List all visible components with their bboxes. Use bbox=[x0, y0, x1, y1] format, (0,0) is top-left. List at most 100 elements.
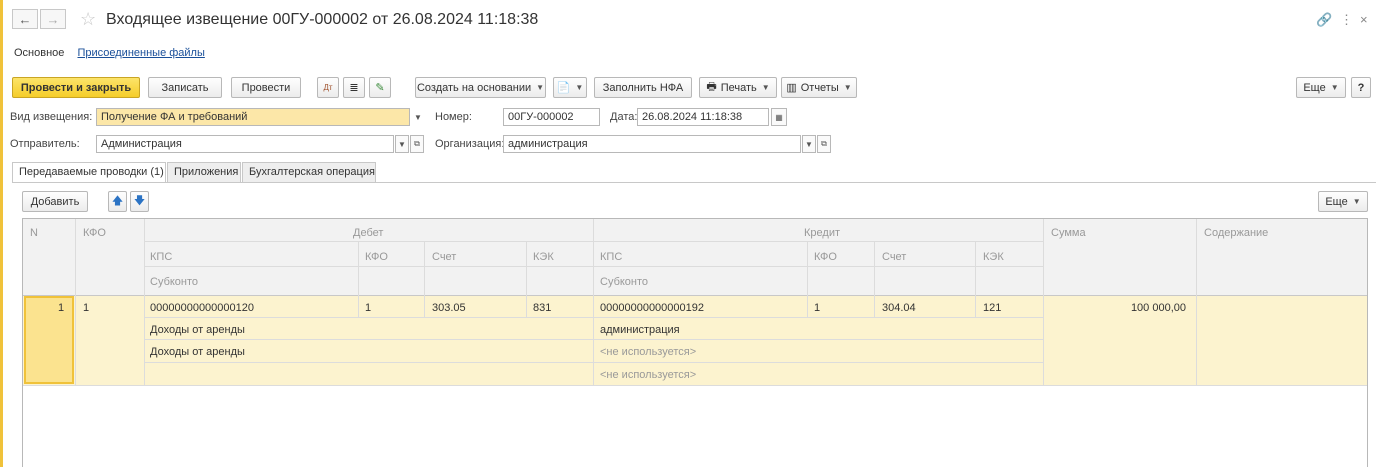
fill-nfa-button[interactable]: Заполнить НФА bbox=[594, 77, 692, 98]
grid-line bbox=[144, 339, 1044, 340]
chevron-down-icon: ▼ bbox=[575, 83, 584, 92]
header-debit-subkonto[interactable]: Субконто bbox=[145, 273, 203, 291]
page-title: Входящее извещение 00ГУ-000002 от 26.08.… bbox=[106, 11, 539, 28]
section-nav: Основное Присоединенные файлы bbox=[14, 47, 205, 59]
header-n[interactable]: N bbox=[25, 224, 43, 242]
sender-open-button[interactable]: ⧉ bbox=[410, 135, 424, 153]
calendar-button[interactable]: ▦ bbox=[771, 108, 787, 126]
move-up-button[interactable]: 🡅 bbox=[108, 191, 127, 212]
header-debit-kek[interactable]: КЭК bbox=[528, 248, 559, 266]
create-based-label: Создать на основании bbox=[416, 81, 532, 94]
forward-button[interactable]: → bbox=[40, 9, 66, 29]
grid-line bbox=[144, 266, 1044, 267]
cell-kfo[interactable]: 1 bbox=[78, 299, 94, 317]
header-credit-subkonto[interactable]: Субконто bbox=[595, 273, 653, 291]
header-credit-kps[interactable]: КПС bbox=[595, 248, 627, 266]
sender-dropdown[interactable]: ▼ bbox=[395, 135, 409, 153]
pen-icon: ✎ bbox=[375, 82, 385, 94]
link-icon[interactable]: 🔗 bbox=[1316, 12, 1332, 28]
header-credit[interactable]: Кредит bbox=[799, 224, 845, 242]
number-field[interactable]: 00ГУ-000002 bbox=[503, 108, 600, 126]
post-button[interactable]: Провести bbox=[231, 77, 301, 98]
grid-line bbox=[23, 295, 1367, 296]
reports-button[interactable]: ▥ Отчеты ▼ bbox=[781, 77, 857, 98]
back-button[interactable]: ← bbox=[12, 9, 38, 29]
header-debit-kfo[interactable]: КФО bbox=[360, 248, 393, 266]
chevron-down-icon: ▼ bbox=[1330, 83, 1339, 92]
chevron-down-icon: ▼ bbox=[414, 112, 422, 122]
kebab-icon[interactable]: ⋮ bbox=[1340, 12, 1353, 28]
cell-credit-kek[interactable]: 121 bbox=[978, 299, 1006, 317]
attach-menu-button[interactable]: 📄 ▼ bbox=[553, 77, 587, 98]
notice-type-dropdown[interactable]: ▼ bbox=[411, 108, 425, 126]
cell-debit-account[interactable]: 303.05 bbox=[427, 299, 471, 317]
cell-credit-sub3[interactable]: <не используется> bbox=[595, 366, 701, 384]
table-more-button[interactable]: Еще ▼ bbox=[1318, 191, 1368, 212]
header-credit-kfo[interactable]: КФО bbox=[809, 248, 842, 266]
cell-credit-kps[interactable]: 00000000000000192 bbox=[595, 299, 709, 317]
org-open-button[interactable]: ⧉ bbox=[817, 135, 831, 153]
save-button[interactable]: Записать bbox=[148, 77, 222, 98]
help-button[interactable]: ? bbox=[1351, 77, 1371, 98]
header-kfo[interactable]: КФО bbox=[78, 224, 111, 242]
date-field[interactable]: 26.08.2024 11:18:38 bbox=[637, 108, 769, 126]
grid-line bbox=[23, 385, 1367, 386]
star-icon[interactable]: ☆ bbox=[80, 9, 96, 30]
notice-type-field[interactable]: Получение ФА и требований bbox=[96, 108, 410, 126]
cell-debit-kek[interactable]: 831 bbox=[528, 299, 556, 317]
header-credit-kek[interactable]: КЭК bbox=[978, 248, 1009, 266]
number-label: Номер: bbox=[435, 111, 472, 123]
more-label: Еще bbox=[1303, 81, 1326, 94]
print-button[interactable]: 🖶 Печать ▼ bbox=[699, 77, 777, 98]
grid-line bbox=[358, 241, 359, 317]
chevron-down-icon: ▼ bbox=[536, 83, 545, 92]
header-debit-account[interactable]: Счет bbox=[427, 248, 461, 266]
arrow-right-icon: → bbox=[46, 11, 60, 27]
cell-debit-kps[interactable]: 00000000000000120 bbox=[145, 299, 259, 317]
section-files-link[interactable]: Присоединенные файлы bbox=[77, 47, 204, 59]
grid-line bbox=[1043, 219, 1044, 385]
post-and-close-button[interactable]: Провести и закрыть bbox=[12, 77, 140, 98]
cell-debit-kfo[interactable]: 1 bbox=[360, 299, 376, 317]
more-button[interactable]: Еще ▼ bbox=[1296, 77, 1346, 98]
chevron-down-icon: ▼ bbox=[398, 139, 406, 149]
header-content[interactable]: Содержание bbox=[1199, 224, 1273, 242]
move-down-button[interactable]: 🡇 bbox=[130, 191, 149, 212]
tab-attachments[interactable]: Приложения bbox=[167, 162, 241, 182]
cell-debit-sub1[interactable]: Доходы от аренды bbox=[145, 321, 250, 339]
sender-field[interactable]: Администрация bbox=[96, 135, 394, 153]
org-dropdown[interactable]: ▼ bbox=[802, 135, 816, 153]
org-label: Организация: bbox=[435, 138, 505, 150]
tab-accounting-operation[interactable]: Бухгалтерская операция bbox=[242, 162, 376, 182]
cell-debit-sub2[interactable]: Доходы от аренды bbox=[145, 343, 250, 361]
cell-content[interactable] bbox=[1199, 299, 1209, 305]
reports-label: Отчеты bbox=[800, 81, 839, 94]
print-label: Печать bbox=[720, 81, 757, 94]
notice-type-label: Вид извещения: bbox=[10, 111, 93, 123]
add-row-button[interactable]: Добавить bbox=[22, 191, 88, 212]
close-icon[interactable]: × bbox=[1360, 12, 1368, 27]
org-field[interactable]: администрация bbox=[503, 135, 801, 153]
cell-n[interactable]: 1 bbox=[53, 299, 69, 317]
header-debit[interactable]: Дебет bbox=[348, 224, 388, 242]
header-debit-kps[interactable]: КПС bbox=[145, 248, 177, 266]
create-based-button[interactable]: Создать на основании ▼ bbox=[415, 77, 546, 98]
dt-kt-button[interactable]: Дт bbox=[317, 77, 339, 98]
document-button[interactable]: ≣ bbox=[343, 77, 365, 98]
cell-credit-sub2[interactable]: <не используется> bbox=[595, 343, 701, 361]
grid-line bbox=[874, 241, 875, 317]
tab-entries[interactable]: Передаваемые проводки (1) bbox=[12, 162, 166, 183]
cell-credit-kfo[interactable]: 1 bbox=[809, 299, 825, 317]
open-icon: ⧉ bbox=[821, 139, 827, 148]
sign-button[interactable]: ✎ bbox=[369, 77, 391, 98]
section-main[interactable]: Основное bbox=[14, 47, 64, 59]
header-credit-account[interactable]: Счет bbox=[877, 248, 911, 266]
cell-credit-account[interactable]: 304.04 bbox=[877, 299, 921, 317]
grid-line bbox=[144, 317, 1044, 318]
grid-line bbox=[1196, 219, 1197, 385]
grid-line bbox=[144, 362, 1044, 363]
header-sum[interactable]: Сумма bbox=[1046, 224, 1091, 242]
cell-credit-sub1[interactable]: администрация bbox=[595, 321, 685, 339]
cell-sum[interactable]: 100 000,00 bbox=[1046, 299, 1191, 317]
document-icon: ≣ bbox=[349, 82, 359, 94]
